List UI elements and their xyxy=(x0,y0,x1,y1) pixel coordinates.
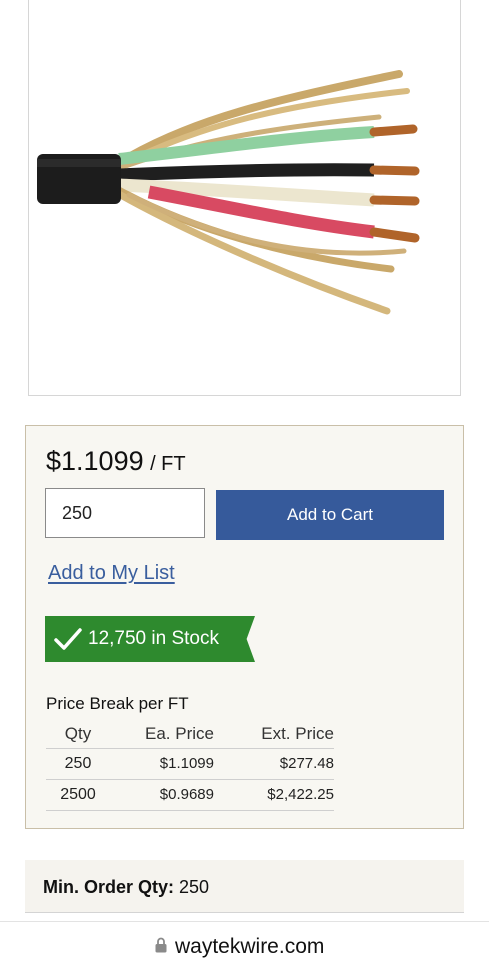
stock-badge: 12,750 in Stock xyxy=(45,616,255,662)
min-order-text: Min. Order Qty: 250 xyxy=(43,877,209,898)
lock-icon xyxy=(155,937,167,953)
header-each-price: Ea. Price xyxy=(110,720,214,749)
cable-image xyxy=(37,70,420,315)
price-break-table: Qty Ea. Price Ext. Price 250 $1.1099 $27… xyxy=(46,720,334,811)
table-row: 250 $1.1099 $277.48 xyxy=(46,748,334,780)
row-qty: 2500 xyxy=(46,779,110,811)
stock-text: 12,750 in Stock xyxy=(88,628,219,649)
check-icon xyxy=(54,628,82,650)
unit-price: $1.1099 xyxy=(46,446,144,476)
price-display: $1.1099 / FT xyxy=(46,446,186,477)
min-order-value: 250 xyxy=(179,877,210,897)
row-ext-price: $2,422.25 xyxy=(214,779,334,811)
url-text: waytekwire.com xyxy=(175,935,325,958)
row-each-price: $1.1099 xyxy=(110,748,214,780)
purchase-panel: $1.1099 / FT Add to Cart Add to My List … xyxy=(25,425,464,829)
add-to-list-link[interactable]: Add to My List xyxy=(48,562,175,585)
row-ext-price: $277.48 xyxy=(214,748,334,780)
min-order-bar: Min. Order Qty: 250 xyxy=(25,860,464,913)
header-ext-price: Ext. Price xyxy=(214,720,334,749)
browser-address-bar[interactable]: waytekwire.com xyxy=(0,921,489,960)
add-to-cart-button[interactable]: Add to Cart xyxy=(216,490,444,540)
min-order-label: Min. Order Qty: xyxy=(43,877,175,897)
table-row: 2500 $0.9689 $2,422.25 xyxy=(46,779,334,811)
header-qty: Qty xyxy=(46,720,110,749)
quantity-input[interactable] xyxy=(45,488,205,538)
product-image[interactable] xyxy=(28,0,461,396)
table-header-row: Qty Ea. Price Ext. Price xyxy=(46,720,334,749)
price-break-title: Price Break per FT xyxy=(46,694,189,713)
price-unit: / FT xyxy=(150,453,186,475)
row-each-price: $0.9689 xyxy=(110,779,214,811)
row-qty: 250 xyxy=(46,748,110,780)
